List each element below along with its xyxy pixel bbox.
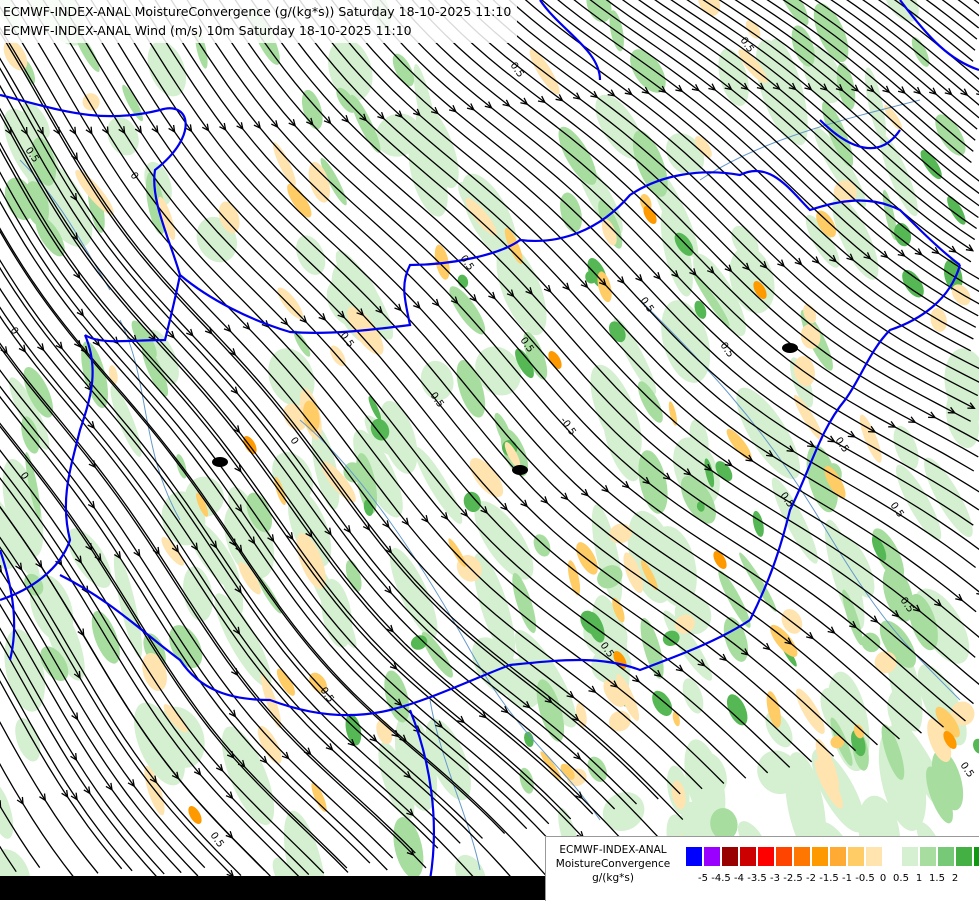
legend-swatch [883,846,901,867]
legend-swatch [829,846,847,867]
legend-swatches [685,846,979,867]
bottom-bar [0,876,545,900]
legend-swatch [739,846,757,867]
legend-swatch [721,846,739,867]
legend-tick-label: 1.5 [929,873,945,884]
legend-swatch [757,846,775,867]
legend-swatch [775,846,793,867]
map-titles: ECMWF-INDEX-ANAL MoistureConvergence (g/… [0,0,518,43]
legend-swatch [865,846,883,867]
legend-unit: g/(kg*s) [592,872,634,884]
legend-tick-label: -3.5 [747,873,767,884]
legend-tick-label: 0 [879,873,887,884]
legend-swatch [685,846,703,867]
legend-swatch [937,846,955,867]
convergence-core [512,465,528,475]
legend-tick-label: -1 [842,873,852,884]
title-moisture-convergence: ECMWF-INDEX-ANAL MoistureConvergence (g/… [3,4,512,19]
legend-swatch [847,846,865,867]
legend-swatch [901,846,919,867]
legend-tick-label: -1.5 [819,873,839,884]
legend-tick-label: -0.5 [855,873,875,884]
legend-tick-label: 0.5 [893,873,909,884]
legend-caption: ECMWF-INDEX-ANAL MoistureConvergence g/(… [546,843,680,885]
color-legend: ECMWF-INDEX-ANAL MoistureConvergence g/(… [545,836,979,901]
weather-map: 00.500.50.50.50.50.5-0.50.50.50.50.50.50… [0,0,979,900]
legend-swatch [703,846,721,867]
streamline-arrow [0,800,2,809]
legend-swatch [973,846,979,867]
legend-tick-label: 1 [915,873,923,884]
legend-tick-label: -2.5 [783,873,803,884]
legend-parameter: MoistureConvergence [555,858,671,870]
legend-swatch [811,846,829,867]
legend-swatch [919,846,937,867]
legend-tick-label: -2 [806,873,816,884]
legend-tick-label: -3 [770,873,780,884]
legend-tick-label: -4 [734,873,744,884]
legend-model: ECMWF-INDEX-ANAL [559,844,667,856]
legend-tick-label: -5 [698,873,708,884]
legend-tick-label: -4.5 [711,873,731,884]
legend-swatch [955,846,973,867]
legend-ticks: -5 -4.5 -4 -3.5 -3 -2.5 -2 -1.5 -1 -0.5 0 0.5 1 1.5 2 [685,873,979,887]
legend-swatch [793,846,811,867]
legend-tick-label: 2 [951,873,959,884]
title-wind: ECMWF-INDEX-ANAL Wind (m/s) 10m Saturday… [3,23,412,38]
